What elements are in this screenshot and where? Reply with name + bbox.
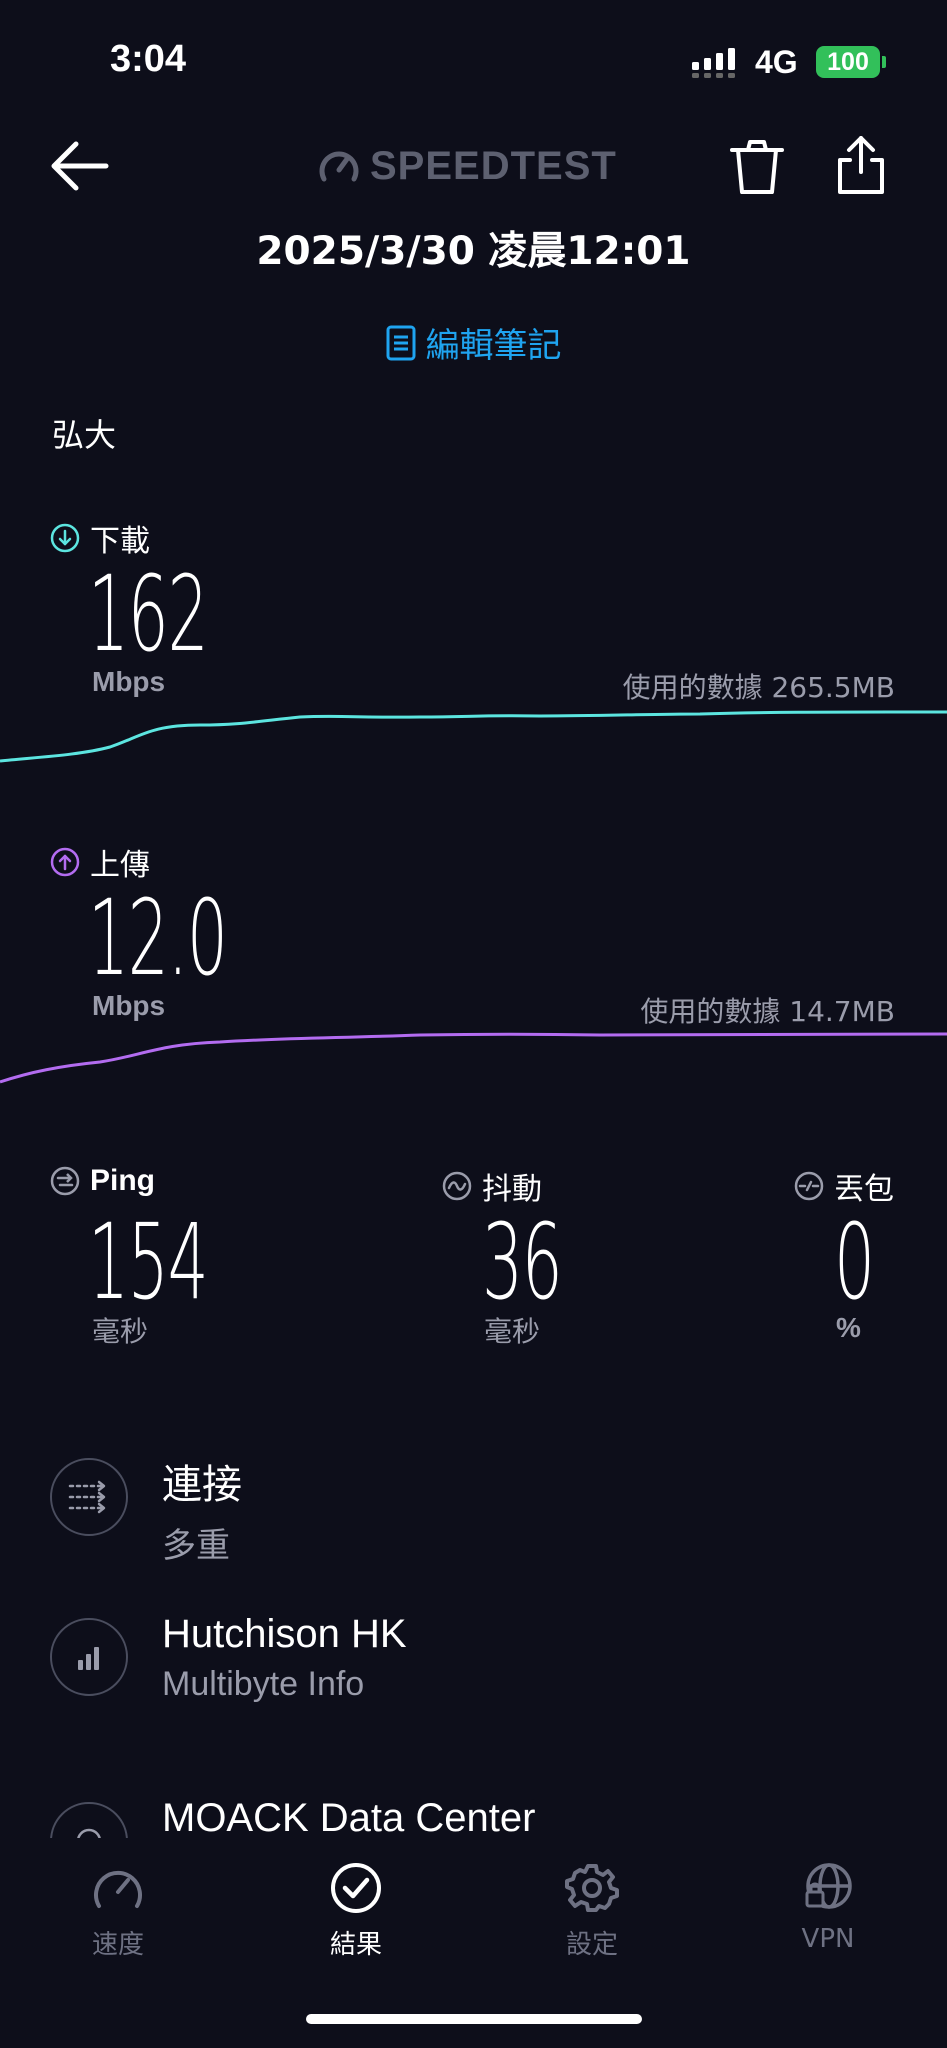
ping-unit: 毫秒: [92, 1315, 149, 1348]
cellular-signal-icon: [692, 48, 735, 78]
tab-results[interactable]: 結果: [286, 1862, 426, 1961]
upload-unit: Mbps: [92, 990, 166, 1021]
connections-icon-circle: [50, 1458, 128, 1536]
jitter-icon: [442, 1171, 472, 1201]
download-unit: Mbps: [92, 666, 166, 697]
share-icon: [838, 136, 884, 194]
battery-tip: [882, 56, 886, 68]
download-speed-graph: [0, 710, 947, 763]
speedtest-logo: SPEEDTEST: [318, 142, 617, 190]
download-value: 162: [88, 553, 209, 675]
tab-speed-label: 速度: [91, 1930, 144, 1960]
packet-loss-value: 0: [834, 1201, 875, 1323]
ping-value: 154: [88, 1201, 209, 1323]
location-name: 弘大: [52, 416, 117, 454]
jitter-unit: 毫秒: [484, 1315, 541, 1348]
tab-speed[interactable]: 速度: [48, 1862, 188, 1961]
provider-title: Hutchison HK: [162, 1612, 407, 1656]
signal-bars-icon: [78, 1647, 99, 1670]
tab-results-label: 結果: [329, 1930, 382, 1960]
note-icon: [386, 325, 415, 360]
packet-loss-unit: %: [836, 1312, 861, 1343]
tab-settings[interactable]: 設定: [522, 1862, 662, 1961]
provider-icon-circle: [50, 1618, 128, 1696]
edit-note-button[interactable]: 編輯筆記: [0, 318, 947, 367]
vpn-globe-icon: [805, 1863, 852, 1909]
battery-indicator: 100: [816, 46, 880, 78]
tab-vpn-label: VPN: [801, 1924, 855, 1954]
home-indicator[interactable]: [306, 2014, 642, 2024]
connections-icon: [68, 1480, 106, 1514]
provider-subtitle: Multibyte Info: [162, 1665, 365, 1703]
delete-button[interactable]: [728, 138, 786, 196]
back-button[interactable]: [48, 134, 118, 204]
packet-loss-icon: [794, 1171, 824, 1201]
speedometer-logo-icon: [319, 151, 359, 182]
download-arrow-icon: [50, 523, 80, 553]
check-circle-icon: [331, 1863, 381, 1913]
ping-icon: [50, 1166, 80, 1196]
gear-icon: [565, 1864, 619, 1912]
tab-vpn[interactable]: VPN: [758, 1862, 898, 1954]
ping-label-text: Ping: [90, 1164, 155, 1197]
provider-row: Hutchison HK Multibyte Info: [50, 1612, 407, 1704]
logo-text: SPEEDTEST: [370, 143, 617, 188]
jitter-value: 36: [482, 1201, 563, 1323]
tab-settings-label: 設定: [565, 1930, 618, 1960]
ping-label: Ping: [50, 1164, 155, 1198]
connections-row: 連接 多重: [50, 1452, 242, 1567]
share-button[interactable]: [832, 136, 890, 196]
upload-speed-graph: [0, 1032, 947, 1084]
trash-icon: [730, 140, 784, 194]
server-title: MOACK Data Center: [162, 1796, 536, 1840]
test-datetime: 2025/3/30 凌晨12:01: [256, 229, 691, 274]
arrow-left-icon: [51, 141, 109, 191]
upload-value: 12.0: [88, 877, 228, 999]
speedometer-icon: [94, 1870, 142, 1908]
status-time: 3:04: [110, 38, 187, 80]
connections-subtitle: 多重: [162, 1527, 230, 1565]
connections-title: 連接: [162, 1463, 242, 1507]
upload-arrow-icon: [50, 847, 80, 877]
network-type: 4G: [755, 44, 798, 80]
edit-note-label: 編輯筆記: [425, 326, 562, 366]
